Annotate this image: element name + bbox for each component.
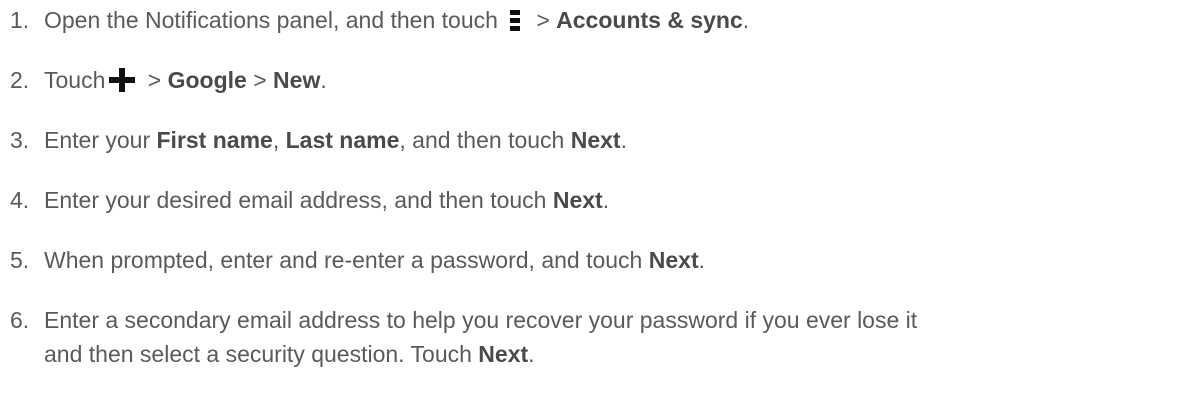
next-label: Next [478,341,529,367]
step-number: 6. [10,307,30,333]
next-label: Next [552,187,603,213]
step-text: Open the Notifications panel, and then t… [44,3,749,37]
accounts-sync-label: Accounts & sync [556,7,743,33]
step-text: When prompted, enter and re-enter a pass… [44,243,705,277]
step-text-part: . [620,127,627,153]
step-text: Touch > Google > New. [44,63,327,97]
step-text-part: . [602,187,610,213]
step-text-part: > [141,67,168,93]
step-text-line-1: Enter a secondary email address to help … [44,307,918,333]
last-name-label: Last name [285,127,400,153]
step-text-part: , and then touch [399,127,571,153]
step-number: 2. [10,67,30,93]
step-number: 3. [10,127,30,153]
step-text-part: . [698,247,705,273]
step-text-part: Touch [44,67,106,93]
step-text-part: . [320,67,327,93]
step-text-part: , [272,127,286,153]
step-text: Enter your desired email address, and th… [44,183,609,217]
step-number: 5. [10,247,30,273]
step-text-part: When prompted, enter and re-enter a pass… [44,247,649,273]
step-text-line-2: and then select a security question. Tou… [44,337,535,371]
menu-icon [509,6,520,31]
step-number: 4. [10,187,30,213]
step-text-part: Enter your [44,127,157,153]
step-text-part: . [528,341,535,367]
step-text-part: Open the Notifications panel, and then t… [44,7,498,33]
next-label: Next [648,247,699,273]
step-text-part: > [529,7,557,33]
step-text-part: > [246,67,274,93]
step-text-part: Enter your desired email address, and th… [44,187,553,213]
next-label: Next [570,127,621,153]
plus-icon [109,67,136,92]
google-label: Google [167,67,247,93]
new-label: New [273,67,321,93]
step-text: Enter your First name, Last name, and th… [44,123,627,157]
step-number: 1. [10,7,30,33]
first-name-label: First name [156,127,273,153]
step-text-part: and then select a security question. Tou… [44,341,479,367]
step-text-part: . [742,7,750,33]
